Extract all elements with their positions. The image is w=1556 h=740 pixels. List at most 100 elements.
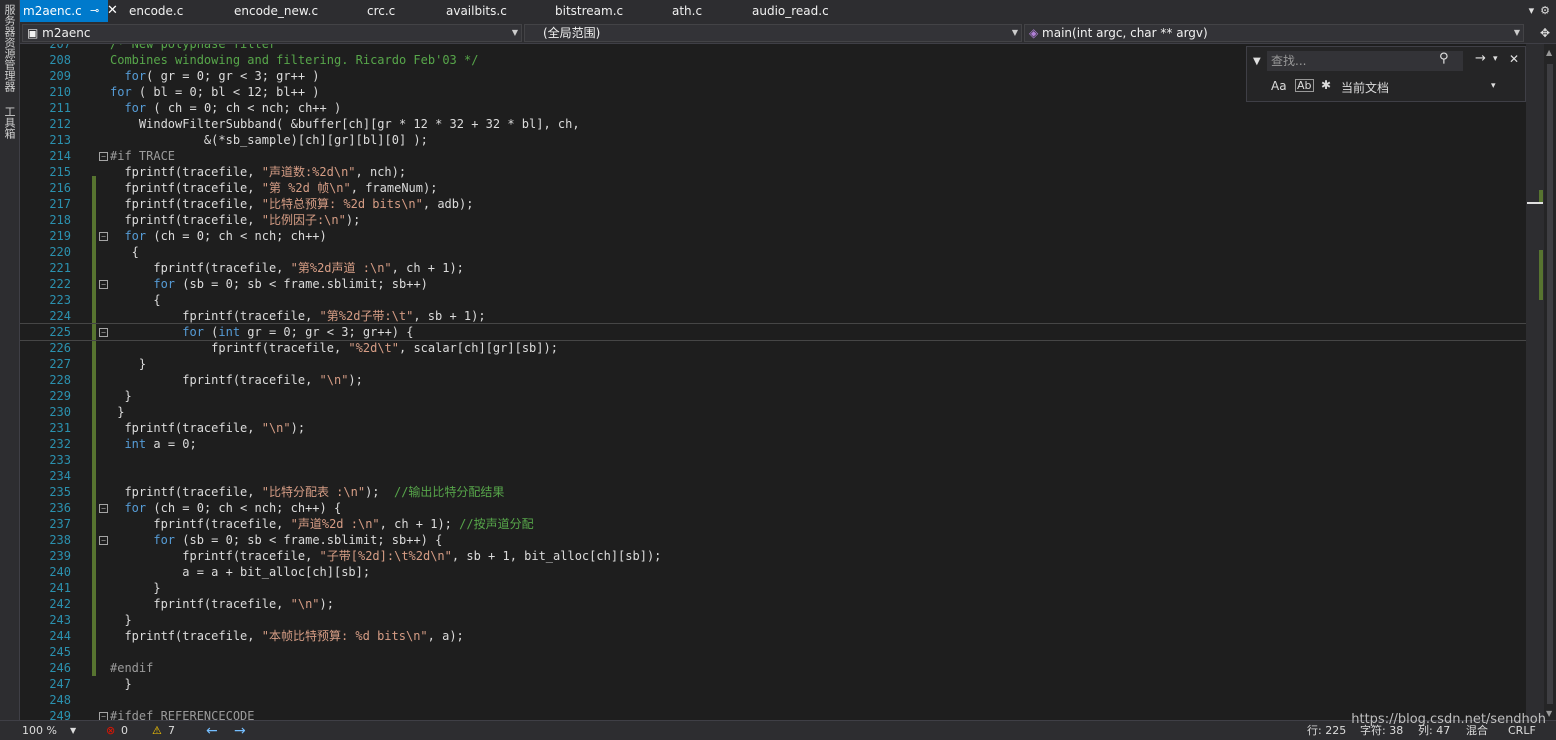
code-line[interactable]: 243 } <box>20 612 1526 628</box>
find-next-icon[interactable]: → <box>1475 49 1486 69</box>
find-scope-dropdown[interactable]: 当前文档 <box>1341 79 1389 96</box>
code-line[interactable]: 228 fprintf(tracefile, "\n"); <box>20 372 1526 388</box>
code-line[interactable]: 225 − for (int gr = 0; gr < 3; gr++) { <box>20 323 1526 341</box>
code-line[interactable]: 248 <box>20 692 1526 708</box>
code-line[interactable]: 236 − for (ch = 0; ch < nch; ch++) { <box>20 500 1526 516</box>
scrollbar-thumb[interactable] <box>1547 64 1553 704</box>
expand-replace-icon[interactable]: ▼ <box>1253 51 1261 73</box>
collapse-icon[interactable]: − <box>99 152 108 161</box>
scroll-down-icon[interactable]: ▼ <box>1546 709 1552 718</box>
code-line[interactable]: 234 <box>20 468 1526 484</box>
line-number: 208 <box>49 53 71 67</box>
code-line[interactable]: 217 fprintf(tracefile, "比特总预算: %2d bits\… <box>20 196 1526 212</box>
find-options-icon[interactable]: ▾ <box>1493 49 1498 69</box>
tab-bitstream[interactable]: bitstream.c <box>555 0 623 22</box>
gear-icon[interactable]: ⚙ <box>1540 0 1550 22</box>
code-line[interactable]: 239 fprintf(tracefile, "子带[%2d]:\t%2d\n"… <box>20 548 1526 564</box>
code-line[interactable]: 222 − for (sb = 0; sb < frame.sblimit; sb… <box>20 276 1526 292</box>
collapse-icon[interactable]: − <box>99 328 108 337</box>
code-line[interactable]: 245 <box>20 644 1526 660</box>
line-number: 247 <box>49 677 71 691</box>
code-line[interactable]: 232 int a = 0; <box>20 436 1526 452</box>
vertical-scrollbar[interactable]: ▲ ▼ <box>1544 44 1556 720</box>
code-text: for( gr = 0; gr < 3; gr++ ) <box>124 69 320 83</box>
code-line[interactable]: 244 fprintf(tracefile, "本帧比特预算: %d bits\… <box>20 628 1526 644</box>
tab-ath[interactable]: ath.c <box>672 0 702 22</box>
code-text: fprintf(tracefile, "%2d\t", scalar[ch][g… <box>110 341 558 355</box>
regex-icon[interactable]: ✱ <box>1321 78 1331 92</box>
collapse-icon[interactable]: − <box>99 504 108 513</box>
code-line[interactable]: 218 fprintf(tracefile, "比例因子:\n"); <box>20 212 1526 228</box>
code-line[interactable]: 214 − #if TRACE <box>20 148 1526 164</box>
tab-crc[interactable]: crc.c <box>367 0 395 22</box>
code-line[interactable]: 223 { <box>20 292 1526 308</box>
find-input[interactable]: 查找... <box>1267 51 1463 71</box>
line-number: 218 <box>49 213 71 227</box>
code-text: WindowFilterSubband( &buffer[ch][gr * 12… <box>110 117 580 131</box>
whole-word-icon[interactable]: Ab <box>1295 79 1314 92</box>
collapse-icon[interactable]: − <box>99 280 108 289</box>
toolbox-tab[interactable]: 工具箱 <box>1 106 17 139</box>
function-dropdown[interactable]: ◈ main(int argc, char ** argv) ▼ <box>1024 24 1524 42</box>
collapse-icon[interactable]: − <box>99 712 108 720</box>
code-line[interactable]: 219 − for (ch = 0; ch < nch; ch++) <box>20 228 1526 244</box>
navigate-forward-icon[interactable]: → <box>234 721 246 740</box>
close-icon[interactable]: ✕ <box>107 0 118 22</box>
split-icon[interactable]: ✥ <box>1540 22 1550 44</box>
code-line[interactable]: 238 − for (sb = 0; sb < frame.sblimit; sb… <box>20 532 1526 548</box>
tab-encode[interactable]: encode.c <box>129 0 183 22</box>
code-text: fprintf(tracefile, "比特总预算: %2d bits\n", … <box>110 197 474 211</box>
close-find-icon[interactable]: ✕ <box>1509 49 1519 69</box>
code-line[interactable]: 242 fprintf(tracefile, "\n"); <box>20 596 1526 612</box>
code-line[interactable]: 229 } <box>20 388 1526 404</box>
match-case-icon[interactable]: Aa <box>1271 79 1287 93</box>
tab-encode-new[interactable]: encode_new.c <box>234 0 318 22</box>
line-number: 228 <box>49 373 71 387</box>
error-icon[interactable]: ⊗ <box>106 721 115 740</box>
line-number: 209 <box>49 69 71 83</box>
tab-list-dropdown-icon[interactable]: ▾ <box>1529 0 1535 22</box>
code-line[interactable]: 240 a = a + bit_alloc[ch][sb]; <box>20 564 1526 580</box>
collapse-icon[interactable]: − <box>99 536 108 545</box>
line-number: 243 <box>49 613 71 627</box>
code-line[interactable]: 249 − #ifdef REFERENCECODE <box>20 708 1526 720</box>
code-line[interactable]: 233 <box>20 452 1526 468</box>
project-dropdown[interactable]: ▣ m2aenc ▼ <box>22 24 522 42</box>
code-line[interactable]: 226 fprintf(tracefile, "%2d\t", scalar[c… <box>20 340 1526 356</box>
code-line[interactable]: 220 { <box>20 244 1526 260</box>
code-line[interactable]: 221 fprintf(tracefile, "第%2d声道 :\n", ch … <box>20 260 1526 276</box>
project-name: m2aenc <box>42 26 91 40</box>
server-explorer-tab[interactable]: 服务器资源管理器 <box>1 4 17 92</box>
chevron-down-icon: ▼ <box>1513 28 1520 37</box>
code-line[interactable]: 231 fprintf(tracefile, "\n"); <box>20 420 1526 436</box>
scope-dropdown[interactable]: (全局范围) ▼ <box>524 24 1022 42</box>
code-line[interactable]: 246 #endif <box>20 660 1526 676</box>
line-number: 249 <box>49 709 71 720</box>
code-line[interactable]: 216 fprintf(tracefile, "第 %2d 帧\n", fram… <box>20 180 1526 196</box>
line-number: 235 <box>49 485 71 499</box>
code-line[interactable]: 212 WindowFilterSubband( &buffer[ch][gr … <box>20 116 1526 132</box>
collapse-icon[interactable]: − <box>99 232 108 241</box>
code-line[interactable]: 235 fprintf(tracefile, "比特分配表 :\n"); //输… <box>20 484 1526 500</box>
tab-m2aenc[interactable]: m2aenc.c ⊸ <box>20 0 108 22</box>
code-line[interactable]: 227 } <box>20 356 1526 372</box>
scroll-up-icon[interactable]: ▲ <box>1546 48 1552 57</box>
search-icon[interactable]: ⚲ <box>1439 49 1449 69</box>
tab-audio-read[interactable]: audio_read.c <box>752 0 829 22</box>
code-line[interactable]: 237 fprintf(tracefile, "声道%2d :\n", ch +… <box>20 516 1526 532</box>
code-line[interactable]: 247 } <box>20 676 1526 692</box>
navigate-back-icon[interactable]: ← <box>206 721 218 740</box>
code-line[interactable]: 215 fprintf(tracefile, "声道数:%2d\n", nch)… <box>20 164 1526 180</box>
zoom-dropdown[interactable]: 100 % <box>22 721 57 740</box>
code-line[interactable]: 230 } <box>20 404 1526 420</box>
code-editor[interactable]: 207 /* New polyphase filter 208 Combines wi… <box>20 44 1526 720</box>
code-text: } <box>110 581 161 595</box>
warning-icon[interactable]: ⚠ <box>152 721 162 740</box>
tab-availbits[interactable]: availbits.c <box>446 0 507 22</box>
code-line[interactable]: 213 &(*sb_sample)[ch][gr][bl][0] ); <box>20 132 1526 148</box>
pin-icon[interactable]: ⊸ <box>90 0 99 22</box>
code-line[interactable]: 211 for ( ch = 0; ch < nch; ch++ ) <box>20 100 1526 116</box>
line-number: 221 <box>49 261 71 275</box>
code-line[interactable]: 241 } <box>20 580 1526 596</box>
code-line[interactable]: 224 fprintf(tracefile, "第%2d子带:\t", sb +… <box>20 308 1526 324</box>
